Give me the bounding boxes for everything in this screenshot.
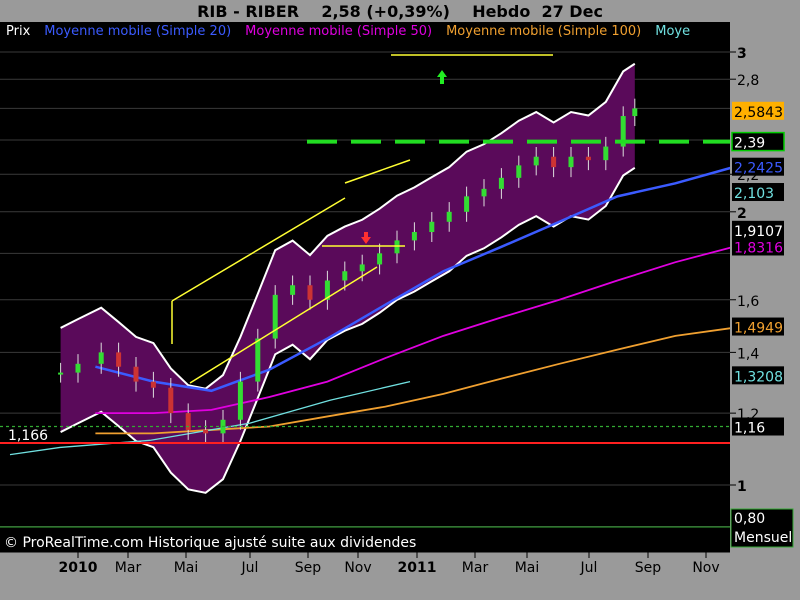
y-tick-label: 2 xyxy=(737,206,747,222)
candle-body xyxy=(98,352,104,364)
y-tick-label: 2,8 xyxy=(737,73,759,89)
chart-window: RIB - RIBER 2,58 (+0,39%) Hebdo 27 Dec 1… xyxy=(0,0,800,600)
x-tick-label: Mai xyxy=(515,560,540,576)
candle-body xyxy=(290,285,296,295)
price-label: 1,4949 xyxy=(734,321,783,337)
candle-body xyxy=(568,156,574,168)
x-tick-label: Jul xyxy=(580,560,598,576)
y-tick-label: 3 xyxy=(737,46,747,62)
candle-body xyxy=(481,188,487,197)
y-tick-label: 1,6 xyxy=(737,294,759,310)
candle-body xyxy=(116,352,122,367)
candle-body xyxy=(342,271,348,281)
candle-body xyxy=(185,413,191,430)
candle-body xyxy=(533,156,539,166)
price-label: 1,9107 xyxy=(734,224,783,240)
candle-body xyxy=(464,196,470,212)
candle-body xyxy=(237,381,243,420)
x-tick-label: Jul xyxy=(241,560,259,576)
candle-body xyxy=(516,165,522,178)
volume-label: Mensuel xyxy=(734,530,792,546)
x-tick-label: Mar xyxy=(462,560,489,576)
candle-body xyxy=(58,372,64,375)
up-arrow-icon xyxy=(437,70,447,84)
x-tick-label: Mai xyxy=(174,560,199,576)
candle-body xyxy=(377,253,383,265)
x-tick-label: Sep xyxy=(635,560,662,576)
price-label: 2,5843 xyxy=(734,105,783,121)
x-tick-label: Sep xyxy=(295,560,322,576)
bollinger-band xyxy=(60,63,635,493)
x-tick-label: Nov xyxy=(344,560,371,576)
breakout-line xyxy=(344,159,411,184)
price-label: 2,39 xyxy=(734,136,765,152)
candle-body xyxy=(168,387,174,414)
candle-body xyxy=(133,366,139,382)
candle-body xyxy=(307,285,313,300)
price-label: 2,103 xyxy=(734,186,774,202)
legend-item: Moyenne mobile (Simple 100) xyxy=(446,24,642,39)
legend-item: Moyenne mobile (Simple 20) xyxy=(44,24,232,39)
price-label: 2,2425 xyxy=(734,161,783,177)
candle-body xyxy=(632,108,638,117)
price-label: 1,3208 xyxy=(734,369,783,385)
price-label: 1,8316 xyxy=(734,240,783,256)
y-tick-label: 1,4 xyxy=(737,346,759,362)
legend-item: Moyenne mobile (Simple 50) xyxy=(245,24,433,39)
candle-body xyxy=(203,429,209,434)
chart-svg: 1,16632,82,221,61,41,212,58432,392,24252… xyxy=(0,22,800,600)
legend-item: Prix xyxy=(6,24,31,39)
annotation-label: 1,166 xyxy=(8,428,48,444)
x-tick-label: 2010 xyxy=(59,560,98,576)
candle-body xyxy=(150,381,156,388)
candle-body xyxy=(585,156,591,161)
volume-value: 0,80 xyxy=(734,511,765,527)
x-tick-label: Nov xyxy=(692,560,719,576)
y-axis-panel xyxy=(730,22,800,552)
legend-item: Moye xyxy=(655,24,691,39)
candle-body xyxy=(411,232,417,241)
candle-body xyxy=(446,211,452,222)
credit-text: © ProRealTime.com Historique ajusté suit… xyxy=(4,535,417,551)
price-label: 1,16 xyxy=(734,421,765,437)
legend: Prix Moyenne mobile (Simple 20) Moyenne mo… xyxy=(6,24,730,39)
candle-body xyxy=(603,146,609,161)
candle-body xyxy=(394,240,400,254)
candle-body xyxy=(429,221,435,233)
candle-body xyxy=(75,363,81,373)
candle-body xyxy=(551,156,557,168)
candle-body xyxy=(498,177,504,189)
x-tick-label: Mar xyxy=(115,560,142,576)
y-tick-label: 1 xyxy=(737,479,747,495)
x-tick-label: 2011 xyxy=(398,560,437,576)
candle-body xyxy=(255,338,261,382)
candle-body xyxy=(359,264,365,272)
